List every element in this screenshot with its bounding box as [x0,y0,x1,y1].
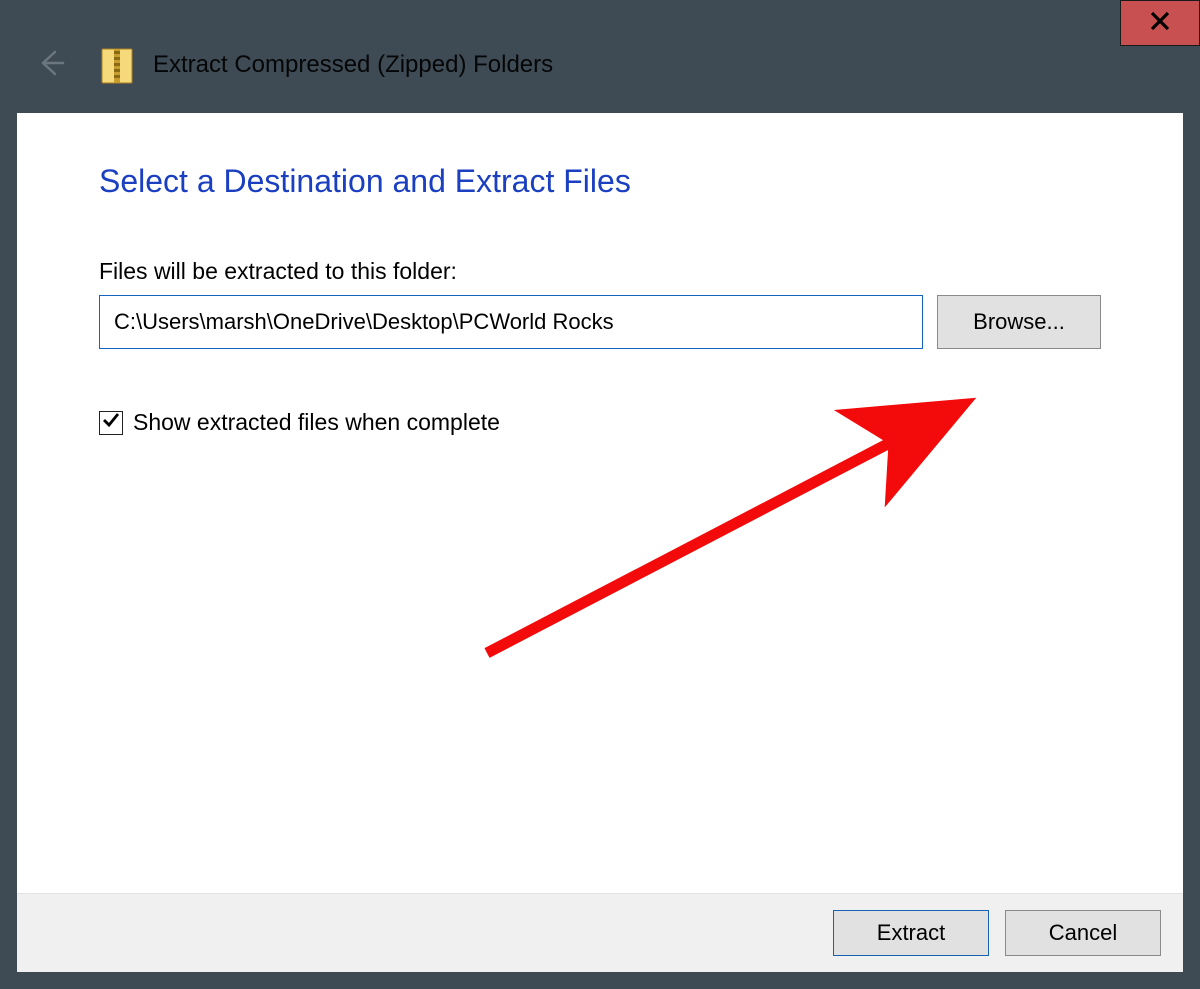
footer-bar: Extract Cancel [17,893,1183,972]
show-files-checkbox-row: Show extracted files when complete [99,409,1101,436]
cancel-button[interactable]: Cancel [1005,910,1161,956]
extract-wizard-window: Extract Compressed (Zipped) Folders Sele… [0,0,1200,989]
zip-folder-icon [99,45,135,85]
path-label: Files will be extracted to this folder: [99,258,1101,285]
back-arrow-icon [35,48,65,83]
page-heading: Select a Destination and Extract Files [99,163,1101,200]
show-files-checkbox-label: Show extracted files when complete [133,409,500,436]
close-button[interactable] [1120,0,1200,46]
titlebar: Extract Compressed (Zipped) Folders [17,17,1183,113]
back-button [35,48,65,83]
show-files-checkbox[interactable] [99,411,123,435]
close-icon [1150,11,1170,36]
browse-button[interactable]: Browse... [937,295,1101,349]
window-title: Extract Compressed (Zipped) Folders [153,51,553,79]
extract-button[interactable]: Extract [833,910,989,956]
checkmark-icon [102,411,120,434]
path-row: Browse... [99,295,1101,349]
content-area: Select a Destination and Extract Files F… [17,113,1183,893]
destination-path-input[interactable] [99,295,923,349]
